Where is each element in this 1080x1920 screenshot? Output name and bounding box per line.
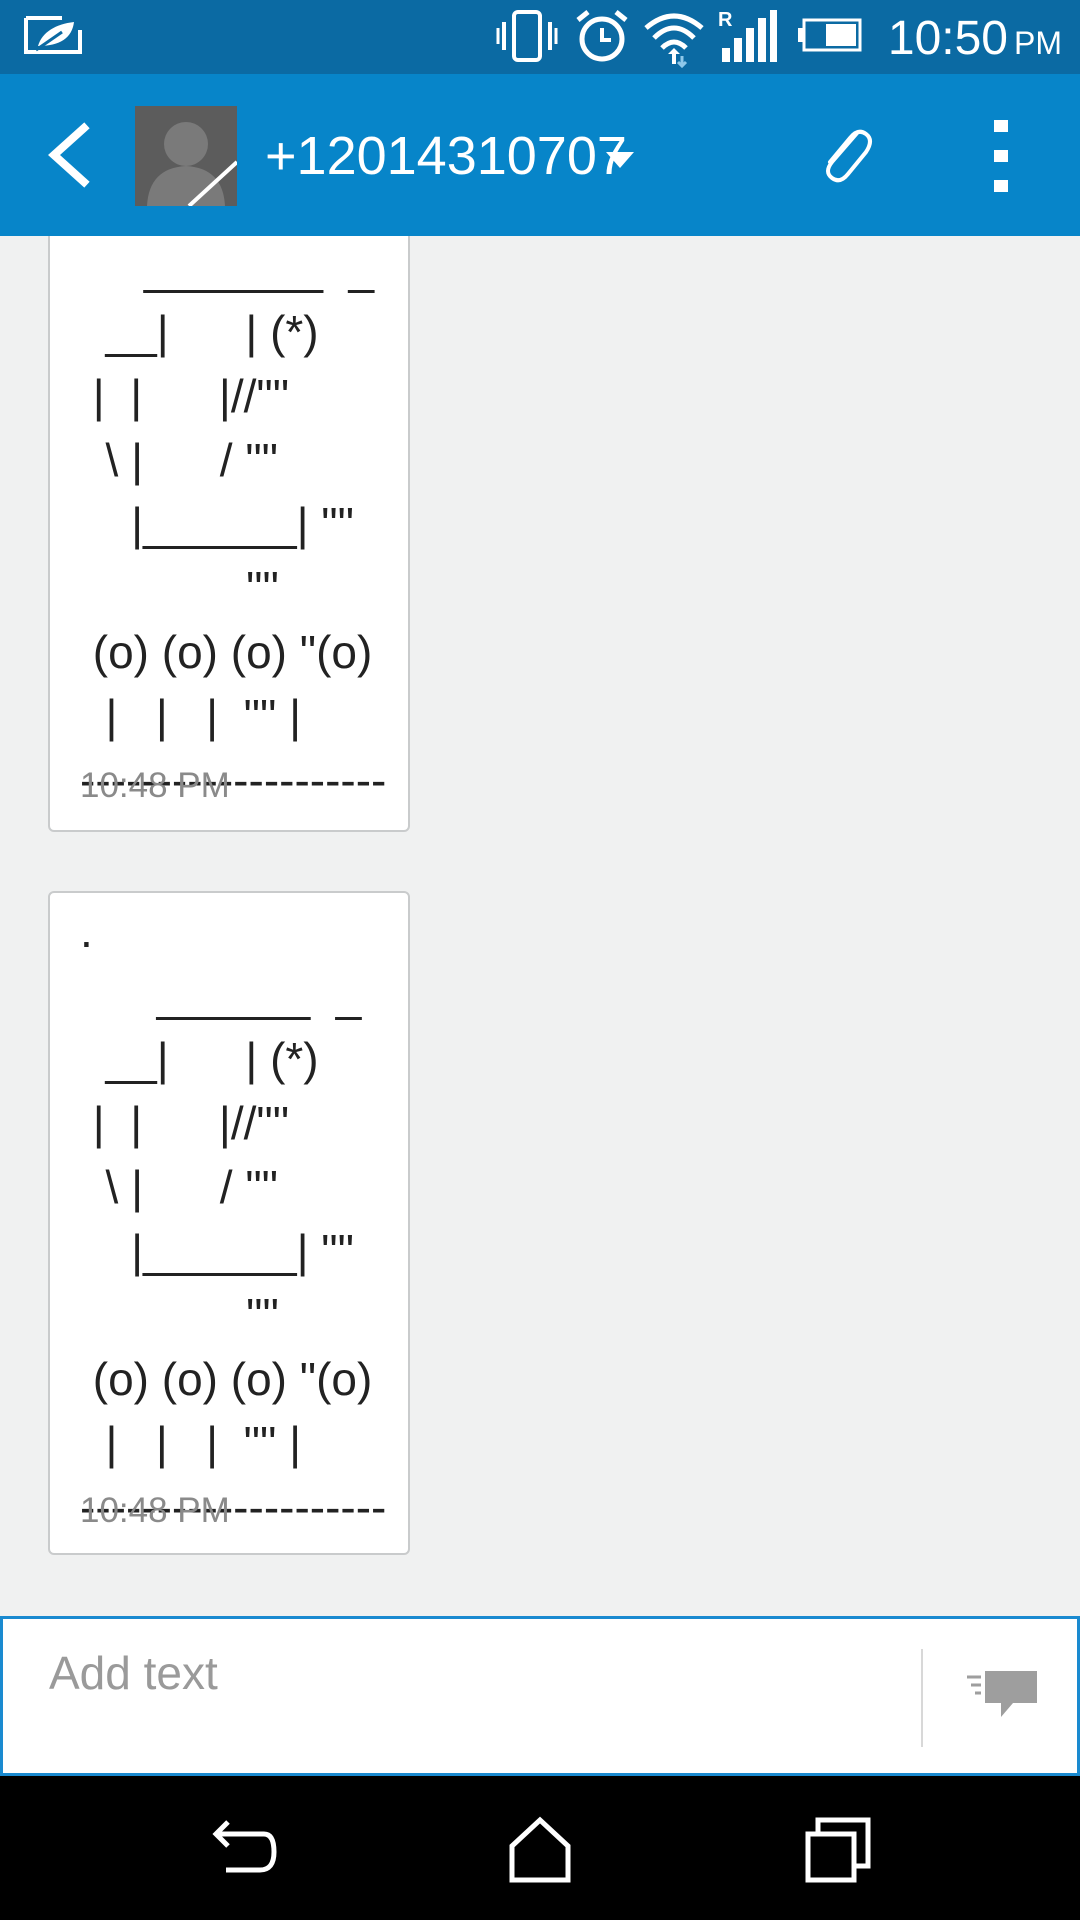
send-icon[interactable]	[963, 1669, 1043, 1729]
compose-bar	[0, 1616, 1080, 1776]
status-bar: R 10:50 PM	[0, 0, 1080, 74]
message-text: . ______ _ __| | (*) | | |//"" \ | / "" …	[80, 905, 387, 1533]
nav-recents-icon[interactable]	[800, 1812, 876, 1888]
message-timestamp: 10:48 PM	[80, 1491, 230, 1530]
leaf-icon	[24, 16, 82, 54]
system-nav-bar	[0, 1776, 1080, 1920]
message-timestamp: 10:48 PM	[80, 766, 230, 805]
alarm-icon	[576, 10, 628, 62]
compose-divider	[921, 1649, 923, 1747]
message-text: _______ _ __| | (*) | | |//"" \ | / "" |…	[80, 242, 387, 806]
contact-number[interactable]: +12014310707	[265, 126, 627, 186]
nav-home-icon[interactable]	[502, 1812, 578, 1888]
back-icon[interactable]	[40, 122, 100, 188]
message-bubble[interactable]: . ______ _ __| | (*) | | |//"" \ | / "" …	[48, 891, 410, 1555]
overflow-menu-icon[interactable]	[980, 118, 1024, 194]
dropdown-caret-icon[interactable]	[604, 150, 636, 170]
status-time: 10:50 PM	[888, 10, 1062, 72]
paperclip-icon[interactable]	[814, 118, 874, 188]
battery-icon	[798, 18, 862, 52]
avatar-silhouette-icon	[135, 106, 237, 206]
nav-back-icon[interactable]	[204, 1812, 280, 1888]
message-input[interactable]	[47, 1643, 867, 1703]
avatar[interactable]	[135, 106, 237, 206]
message-bubble[interactable]: _______ _ __| | (*) | | |//"" \ | / "" |…	[48, 236, 410, 832]
conversation-header: +12014310707	[0, 74, 1080, 236]
svg-text:R: R	[718, 9, 733, 31]
message-list[interactable]: _______ _ __| | (*) | | |//"" \ | / "" |…	[0, 236, 1080, 1616]
clock-time: 10:50	[887, 12, 1008, 65]
roaming-signal-icon: R	[718, 9, 777, 62]
wifi-icon	[644, 13, 704, 68]
vibrate-icon	[496, 10, 558, 62]
clock-ampm: PM	[1014, 25, 1062, 61]
